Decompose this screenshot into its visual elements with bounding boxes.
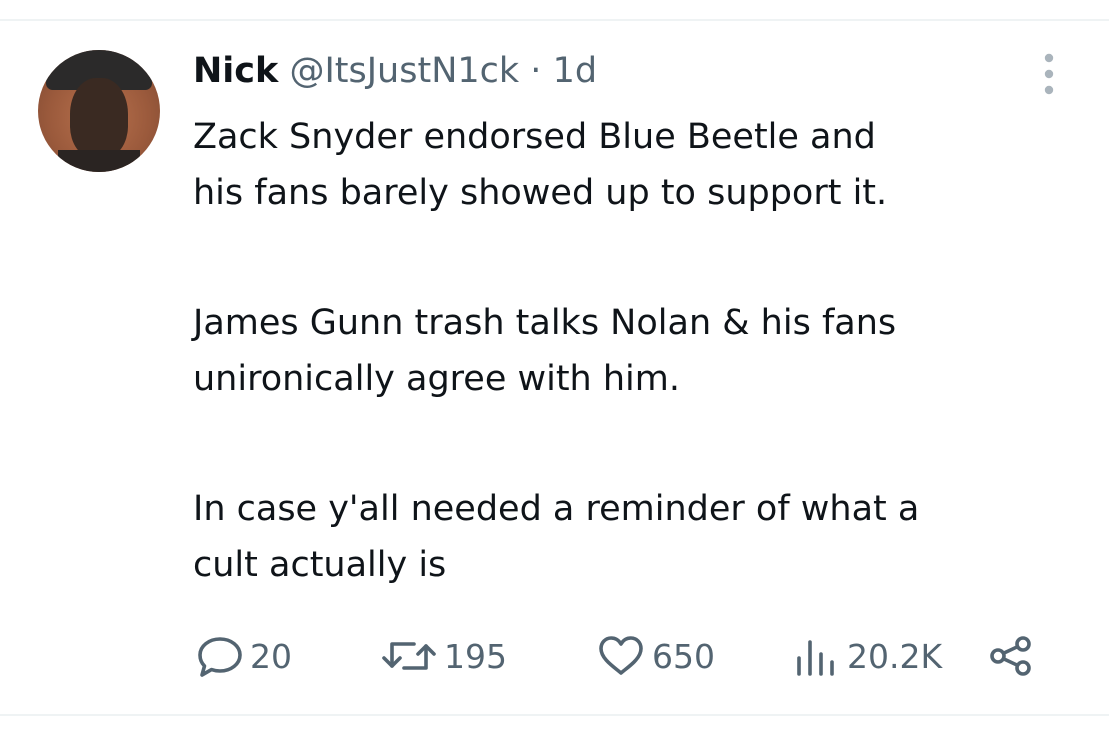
like-count: 650 (652, 636, 715, 676)
more-options-icon[interactable] (1040, 52, 1058, 96)
like-button[interactable]: 650 (596, 631, 715, 681)
share-button[interactable] (987, 631, 1035, 681)
tweet-line: In case y'all needed a reminder of what … (193, 489, 920, 529)
retweet-button[interactable]: 195 (380, 631, 507, 681)
reply-count: 20 (250, 636, 292, 676)
reply-icon (198, 637, 242, 677)
avatar-face (70, 78, 128, 158)
author-name[interactable]: Nick (193, 51, 278, 91)
heart-icon (599, 636, 643, 675)
tweet-line: Zack Snyder endorsed Blue Beetle and (193, 117, 876, 157)
retweet-count: 195 (444, 636, 507, 676)
avatar[interactable] (38, 50, 160, 172)
tweet-text: Zack Snyder endorsed Blue Beetle and his… (193, 109, 1073, 593)
tweet-line: James Gunn trash talks Nolan & his fans (193, 303, 897, 343)
tweet-line: his fans barely showed up to support it. (193, 173, 888, 213)
author-handle[interactable]: @ItsJustN1ck (289, 51, 519, 91)
retweet-icon (382, 642, 436, 670)
avatar-shirt (58, 150, 140, 172)
reply-button[interactable]: 20 (196, 631, 292, 681)
tweet-header: Nick @ItsJustN1ck · 1d (193, 48, 597, 94)
views-button[interactable]: 20.2K (793, 631, 942, 681)
top-divider (0, 19, 1109, 21)
share-icon (990, 636, 1031, 676)
views-count: 20.2K (847, 636, 943, 676)
views-icon (797, 640, 834, 676)
tweet-line: unironically agree with him. (193, 359, 680, 399)
header-separator: · (519, 51, 553, 91)
tweet-line: cult actually is (193, 545, 447, 585)
bottom-divider (0, 714, 1109, 716)
tweet-time[interactable]: 1d (553, 51, 598, 91)
